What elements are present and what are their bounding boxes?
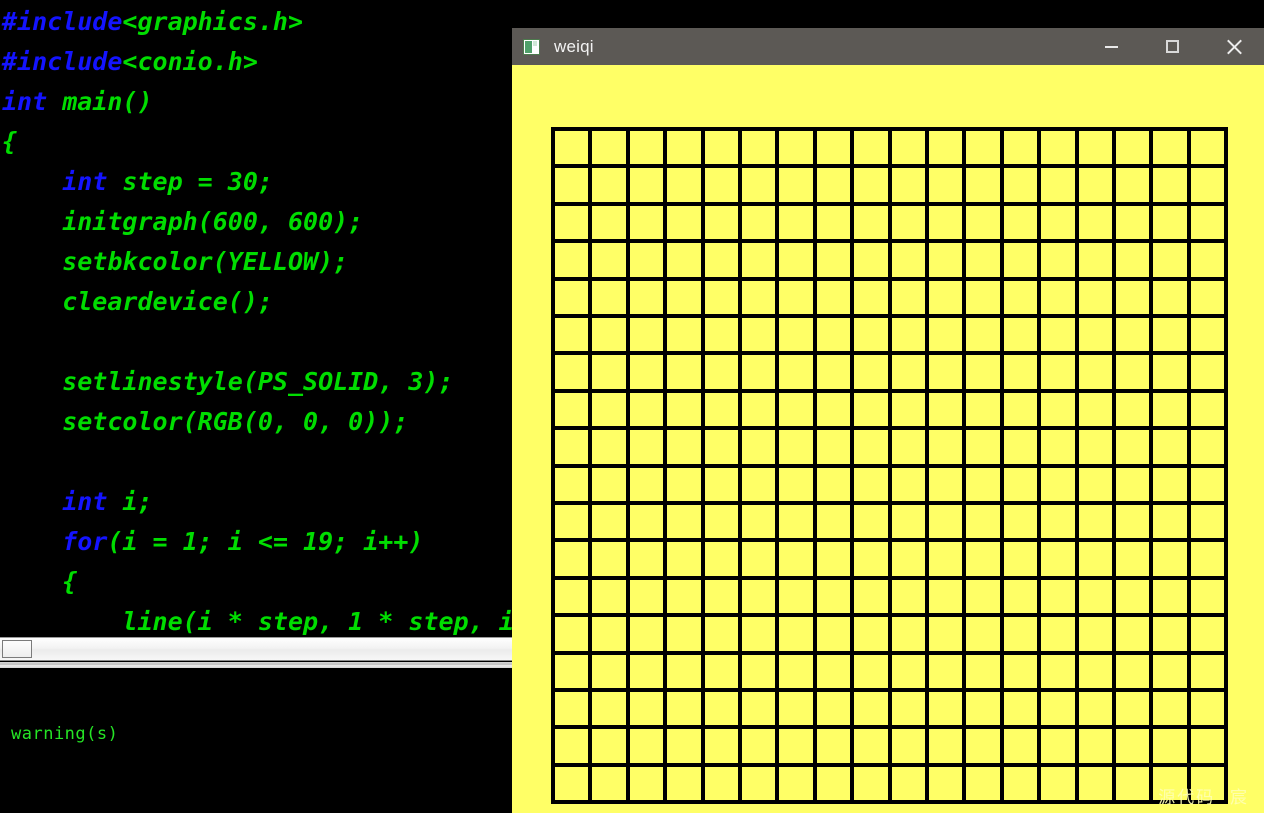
window-controls <box>1081 28 1264 65</box>
code-line: int step = 30; <box>0 162 513 202</box>
board-line-horizontal <box>551 464 1228 468</box>
scrollbar-thumb[interactable] <box>2 640 32 658</box>
code-line: { <box>0 122 513 162</box>
code-token: <conio.h> <box>122 47 258 76</box>
output-console[interactable]: warning(s) <box>0 668 513 813</box>
code-line: { <box>0 562 513 602</box>
code-text: #include<graphics.h> #include<conio.h> int… <box>0 2 513 636</box>
code-token: <graphics.h> <box>122 7 304 36</box>
watermark-text: 源代码 宸 <box>1158 788 1249 808</box>
code-token: initgraph(600, 600); <box>2 207 364 236</box>
build-output-text: warning(s) <box>11 724 119 744</box>
code-token: for <box>62 527 108 556</box>
code-token: cleardevice(); <box>2 287 273 316</box>
board-line-horizontal <box>551 688 1228 692</box>
go-board[interactable] <box>551 127 1228 804</box>
board-line-horizontal <box>551 239 1228 243</box>
code-line: line(i * step, 1 * step, i * step <box>0 602 513 636</box>
code-token: int <box>62 167 108 196</box>
code-line: setcolor(RGB(0, 0, 0)); <box>0 402 513 442</box>
code-line: setlinestyle(PS_SOLID, 3); <box>0 362 513 402</box>
code-line: setbkcolor(YELLOW); <box>0 242 513 282</box>
maximize-icon <box>1166 40 1179 53</box>
code-line: int i; <box>0 482 513 522</box>
board-line-horizontal <box>551 127 1228 131</box>
code-token: int <box>2 87 48 116</box>
code-token: line(i * step, 1 * step, i * step <box>122 607 513 636</box>
ide-window: #include<graphics.h> #include<conio.h> int… <box>0 0 513 813</box>
app-window-icon <box>523 38 540 55</box>
board-line-horizontal <box>551 763 1228 767</box>
code-line: initgraph(600, 600); <box>0 202 513 242</box>
weiqi-canvas[interactable]: 源代码 宸 <box>512 65 1264 813</box>
minimize-icon <box>1105 45 1118 48</box>
board-line-horizontal <box>551 501 1228 505</box>
code-token: { <box>2 127 18 156</box>
code-line: #include<conio.h> <box>0 42 513 82</box>
code-editor-area[interactable]: #include<graphics.h> #include<conio.h> int… <box>0 0 513 636</box>
code-line: for(i = 1; i <= 19; i++) <box>0 522 513 562</box>
board-line-horizontal <box>551 389 1228 393</box>
code-token: { <box>2 567 78 596</box>
board-line-horizontal <box>551 576 1228 580</box>
code-line: cleardevice(); <box>0 282 513 322</box>
weiqi-titlebar[interactable]: weiqi <box>512 28 1264 65</box>
code-token: setbkcolor(YELLOW); <box>2 247 349 276</box>
close-icon <box>1226 39 1242 55</box>
weiqi-window: weiqi 源代码 宸 <box>512 28 1264 813</box>
board-line-horizontal <box>551 351 1228 355</box>
board-line-horizontal <box>551 613 1228 617</box>
code-line: #include<graphics.h> <box>0 2 513 42</box>
close-button[interactable] <box>1203 28 1264 65</box>
code-line: int main() <box>0 82 513 122</box>
code-token: (i = 1; i <= 19; i++) <box>107 527 424 556</box>
screen: #include<graphics.h> #include<conio.h> int… <box>0 0 1264 813</box>
board-line-horizontal <box>551 202 1228 206</box>
board-line-horizontal <box>551 314 1228 318</box>
board-line-horizontal <box>551 277 1228 281</box>
code-token: main() <box>47 87 153 116</box>
board-line-horizontal <box>551 725 1228 729</box>
code-token: step = 30; <box>107 167 273 196</box>
window-title: weiqi <box>554 36 594 56</box>
board-line-horizontal <box>551 651 1228 655</box>
code-token: #include <box>2 47 123 76</box>
code-token: setcolor(RGB(0, 0, 0)); <box>2 407 409 436</box>
code-token: int <box>62 487 108 516</box>
board-line-horizontal <box>551 538 1228 542</box>
maximize-button[interactable] <box>1142 28 1203 65</box>
code-token: i; <box>107 487 153 516</box>
desktop-background <box>513 0 1264 28</box>
code-token: setlinestyle(PS_SOLID, 3); <box>2 367 454 396</box>
board-line-horizontal <box>551 800 1228 804</box>
board-line-horizontal <box>551 426 1228 430</box>
horizontal-scrollbar[interactable] <box>0 637 513 661</box>
minimize-button[interactable] <box>1081 28 1142 65</box>
board-line-horizontal <box>551 164 1228 168</box>
code-token: #include <box>2 7 123 36</box>
